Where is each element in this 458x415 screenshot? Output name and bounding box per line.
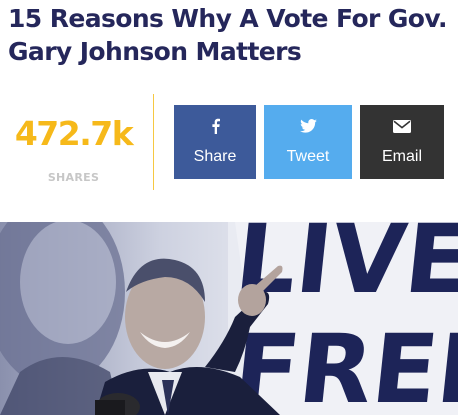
facebook-icon <box>174 117 256 135</box>
share-count: 472.7k SHARES <box>0 100 147 190</box>
share-divider <box>153 94 154 190</box>
twitter-tweet-label: Tweet <box>286 148 330 165</box>
facebook-share-label: Share <box>193 148 237 165</box>
share-count-value: 472.7k <box>14 114 134 153</box>
email-share-label: Email <box>381 148 422 165</box>
email-share-button[interactable]: Email <box>360 105 444 179</box>
twitter-bird-icon <box>264 117 352 135</box>
article-title[interactable]: 15 Reasons Why A Vote For Gov. Gary John… <box>8 2 448 68</box>
live-free-sign: LIVE FREE <box>228 222 458 415</box>
hero-photo[interactable]: LIVE FREE <box>0 222 458 415</box>
share-count-label: SHARES <box>47 171 100 184</box>
twitter-tweet-button[interactable]: Tweet <box>264 105 352 179</box>
facebook-share-button[interactable]: Share <box>174 105 256 179</box>
envelope-icon <box>360 117 444 135</box>
